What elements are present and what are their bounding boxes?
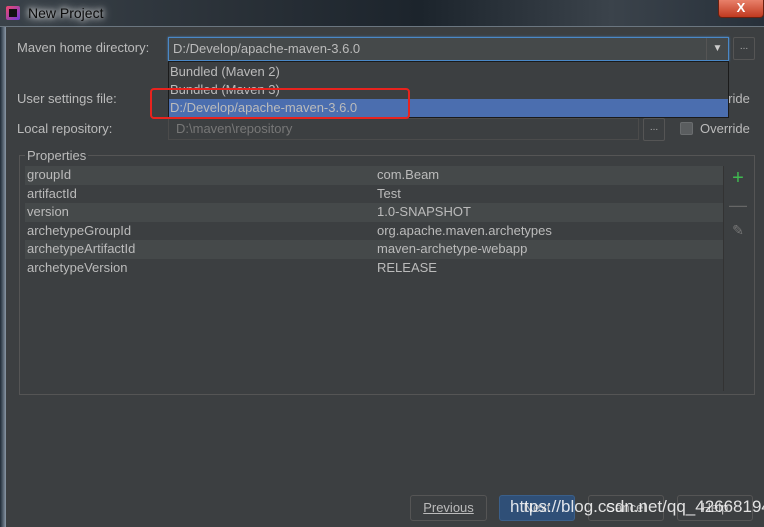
close-button[interactable]: X bbox=[718, 0, 764, 18]
property-value[interactable]: maven-archetype-webapp bbox=[377, 240, 527, 259]
property-key: archetypeVersion bbox=[27, 259, 128, 275]
property-key: archetypeArtifactId bbox=[27, 241, 136, 256]
add-icon[interactable]: + bbox=[727, 167, 749, 190]
local-repository-field[interactable]: D:\maven\repository bbox=[168, 118, 639, 140]
local-repository-label: Local repository: bbox=[17, 121, 113, 136]
property-key: version bbox=[27, 204, 69, 219]
browse-local-repository-button[interactable]: ... bbox=[643, 118, 665, 141]
property-key: artifactId bbox=[27, 185, 77, 201]
property-value[interactable]: com.Beam bbox=[377, 166, 439, 185]
property-key: archetypeGroupId bbox=[27, 222, 132, 238]
cancel-button[interactable]: Cancel bbox=[588, 495, 664, 521]
title-bar: New Project X bbox=[0, 0, 764, 27]
properties-table: groupId com.Beam artifactId Test version 1.0-… bbox=[25, 166, 724, 391]
property-key: groupId bbox=[27, 167, 72, 182]
table-row[interactable]: version 1.0-SNAPSHOT bbox=[25, 203, 723, 222]
maven-home-value: D:/Develop/apache-maven-3.6.0 bbox=[173, 41, 361, 56]
maven-home-combobox[interactable]: D:/Develop/apache-maven-3.6.0 ▼ bbox=[168, 37, 729, 61]
highlight-annotation bbox=[150, 88, 410, 119]
help-button[interactable]: Help bbox=[677, 495, 753, 521]
window-title: New Project bbox=[28, 5, 104, 21]
override-label: Override bbox=[700, 121, 750, 136]
previous-button[interactable]: Previous bbox=[410, 495, 487, 521]
user-settings-label: User settings file: bbox=[17, 91, 117, 106]
edit-pencil-icon[interactable]: ✎ bbox=[727, 222, 749, 239]
remove-icon[interactable]: — bbox=[727, 195, 749, 216]
maven-home-label: Maven home directory: bbox=[17, 40, 150, 55]
previous-label: Previous bbox=[423, 500, 474, 515]
property-value[interactable]: 1.0-SNAPSHOT bbox=[377, 203, 471, 222]
table-row[interactable]: groupId com.Beam bbox=[25, 166, 723, 185]
table-row[interactable]: archetypeArtifactId maven-archetype-webap… bbox=[25, 240, 723, 259]
properties-title: Properties bbox=[25, 148, 89, 163]
table-row[interactable]: archetypeGroupId org.apache.maven.archety… bbox=[25, 222, 723, 241]
override-checkbox[interactable] bbox=[680, 122, 693, 135]
chevron-down-icon[interactable]: ▼ bbox=[706, 38, 728, 60]
window-border bbox=[0, 27, 6, 527]
table-row[interactable]: artifactId Test bbox=[25, 185, 723, 204]
property-value[interactable]: org.apache.maven.archetypes bbox=[377, 222, 552, 241]
table-row[interactable]: archetypeVersion RELEASE bbox=[25, 259, 723, 278]
property-value[interactable]: RELEASE bbox=[377, 259, 437, 278]
next-button[interactable]: Next bbox=[499, 495, 575, 521]
dropdown-option[interactable]: Bundled (Maven 2) bbox=[169, 63, 728, 81]
browse-maven-home-button[interactable]: ... bbox=[733, 37, 755, 60]
intellij-app-icon bbox=[6, 6, 20, 20]
property-value[interactable]: Test bbox=[377, 185, 401, 204]
